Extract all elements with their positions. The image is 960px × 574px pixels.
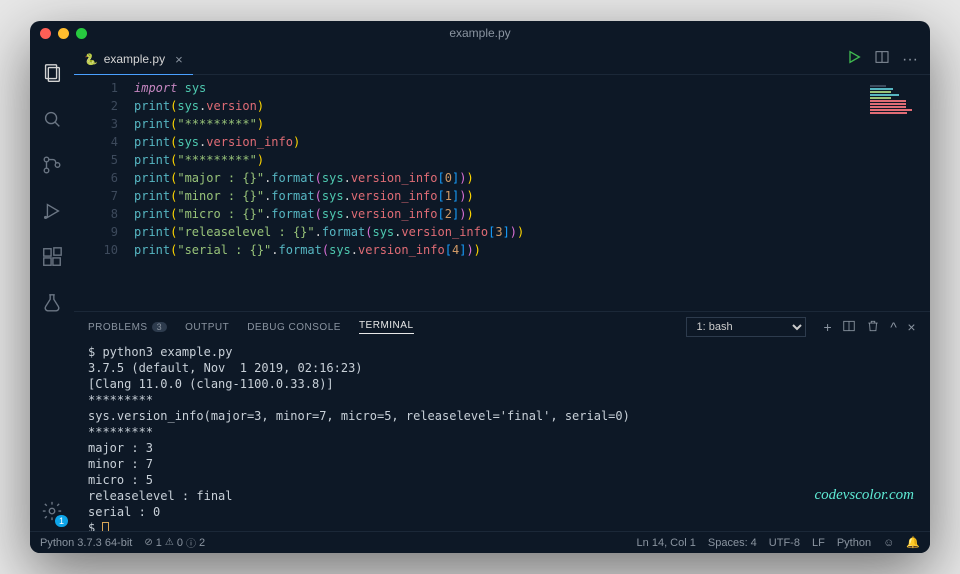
window-controls xyxy=(40,28,87,39)
output-tab[interactable]: OUTPUT xyxy=(185,322,229,333)
split-terminal-icon[interactable] xyxy=(842,319,856,336)
code-line: print("serial : {}".format(sys.version_i… xyxy=(134,241,870,259)
minimap[interactable] xyxy=(870,79,930,311)
terminal-line: $ python3 example.py xyxy=(88,344,916,360)
terminal-line: minor : 7 xyxy=(88,456,916,472)
status-indentation[interactable]: Spaces: 4 xyxy=(708,537,757,549)
settings-gear-icon[interactable]: 1 xyxy=(30,491,74,531)
status-bar: Python 3.7.3 64-bit 1 0 2 Ln 14, Col 1 S… xyxy=(30,531,930,553)
activity-bar: 1 xyxy=(30,45,74,531)
status-feedback-icon[interactable]: ☺ xyxy=(883,537,894,549)
bottom-panel: PROBLEMS3 OUTPUT DEBUG CONSOLE TERMINAL … xyxy=(74,311,930,531)
close-window-button[interactable] xyxy=(40,28,51,39)
code-line: print(sys.version) xyxy=(134,97,870,115)
run-file-icon[interactable] xyxy=(846,49,862,70)
code-line: print("major : {}".format(sys.version_in… xyxy=(134,169,870,187)
terminal-output[interactable]: $ python3 example.py3.7.5 (default, Nov … xyxy=(74,342,930,531)
code-line: import sys xyxy=(134,79,870,97)
more-actions-icon[interactable]: ··· xyxy=(902,51,918,69)
terminal-line: serial : 0 xyxy=(88,504,916,520)
titlebar: example.py xyxy=(30,21,930,45)
close-panel-icon[interactable]: × xyxy=(907,319,916,335)
split-editor-icon[interactable] xyxy=(874,49,890,70)
close-tab-icon[interactable]: × xyxy=(175,52,183,67)
status-cursor-position[interactable]: Ln 14, Col 1 xyxy=(637,537,696,549)
terminal-line: $ xyxy=(88,520,916,531)
python-file-icon: 🐍 xyxy=(84,53,98,66)
terminal-line: 3.7.5 (default, Nov 1 2019, 02:16:23) xyxy=(88,360,916,376)
maximize-panel-icon[interactable]: ^ xyxy=(890,319,897,335)
extensions-icon[interactable] xyxy=(30,237,74,277)
terminal-line: [Clang 11.0.0 (clang-1100.0.33.8)] xyxy=(88,376,916,392)
status-python-interpreter[interactable]: Python 3.7.3 64-bit xyxy=(40,537,132,549)
terminal-line: sys.version_info(major=3, minor=7, micro… xyxy=(88,408,916,424)
file-tab[interactable]: 🐍 example.py × xyxy=(74,45,193,75)
code-line: print("*********") xyxy=(134,151,870,169)
kill-terminal-icon[interactable] xyxy=(866,319,880,336)
terminal-selector[interactable]: 1: bash xyxy=(686,317,806,337)
code-line: print("releaselevel : {}".format(sys.ver… xyxy=(134,223,870,241)
maximize-window-button[interactable] xyxy=(76,28,87,39)
problems-tab[interactable]: PROBLEMS3 xyxy=(88,322,167,333)
terminal-line: ********* xyxy=(88,424,916,440)
terminal-line: micro : 5 xyxy=(88,472,916,488)
window-title: example.py xyxy=(449,26,510,40)
status-language[interactable]: Python xyxy=(837,537,871,549)
status-encoding[interactable]: UTF-8 xyxy=(769,537,800,549)
status-notifications-icon[interactable]: 🔔 xyxy=(906,536,920,549)
terminal-line: major : 3 xyxy=(88,440,916,456)
debug-console-tab[interactable]: DEBUG CONSOLE xyxy=(247,322,341,333)
vscode-window: example.py 1 🐍 example.py × xyxy=(30,21,930,553)
explorer-icon[interactable] xyxy=(30,53,74,93)
code-line: print("micro : {}".format(sys.version_in… xyxy=(134,205,870,223)
terminal-line: ********* xyxy=(88,392,916,408)
line-numbers: 12345678910 xyxy=(74,79,134,311)
status-eol[interactable]: LF xyxy=(812,537,825,549)
search-icon[interactable] xyxy=(30,99,74,139)
new-terminal-icon[interactable]: + xyxy=(824,319,833,335)
terminal-line: releaselevel : final xyxy=(88,488,916,504)
terminal-tab[interactable]: TERMINAL xyxy=(359,320,414,334)
code-line: print(sys.version_info) xyxy=(134,133,870,151)
tab-filename: example.py xyxy=(104,52,165,66)
run-debug-icon[interactable] xyxy=(30,191,74,231)
code-editor[interactable]: 12345678910 import sysprint(sys.version)… xyxy=(74,75,930,311)
status-problems[interactable]: 1 0 2 xyxy=(144,535,205,550)
testing-icon[interactable] xyxy=(30,283,74,323)
code-line: print("minor : {}".format(sys.version_in… xyxy=(134,187,870,205)
editor-tabs: 🐍 example.py × ··· xyxy=(74,45,930,75)
source-control-icon[interactable] xyxy=(30,145,74,185)
code-line: print("*********") xyxy=(134,115,870,133)
minimize-window-button[interactable] xyxy=(58,28,69,39)
